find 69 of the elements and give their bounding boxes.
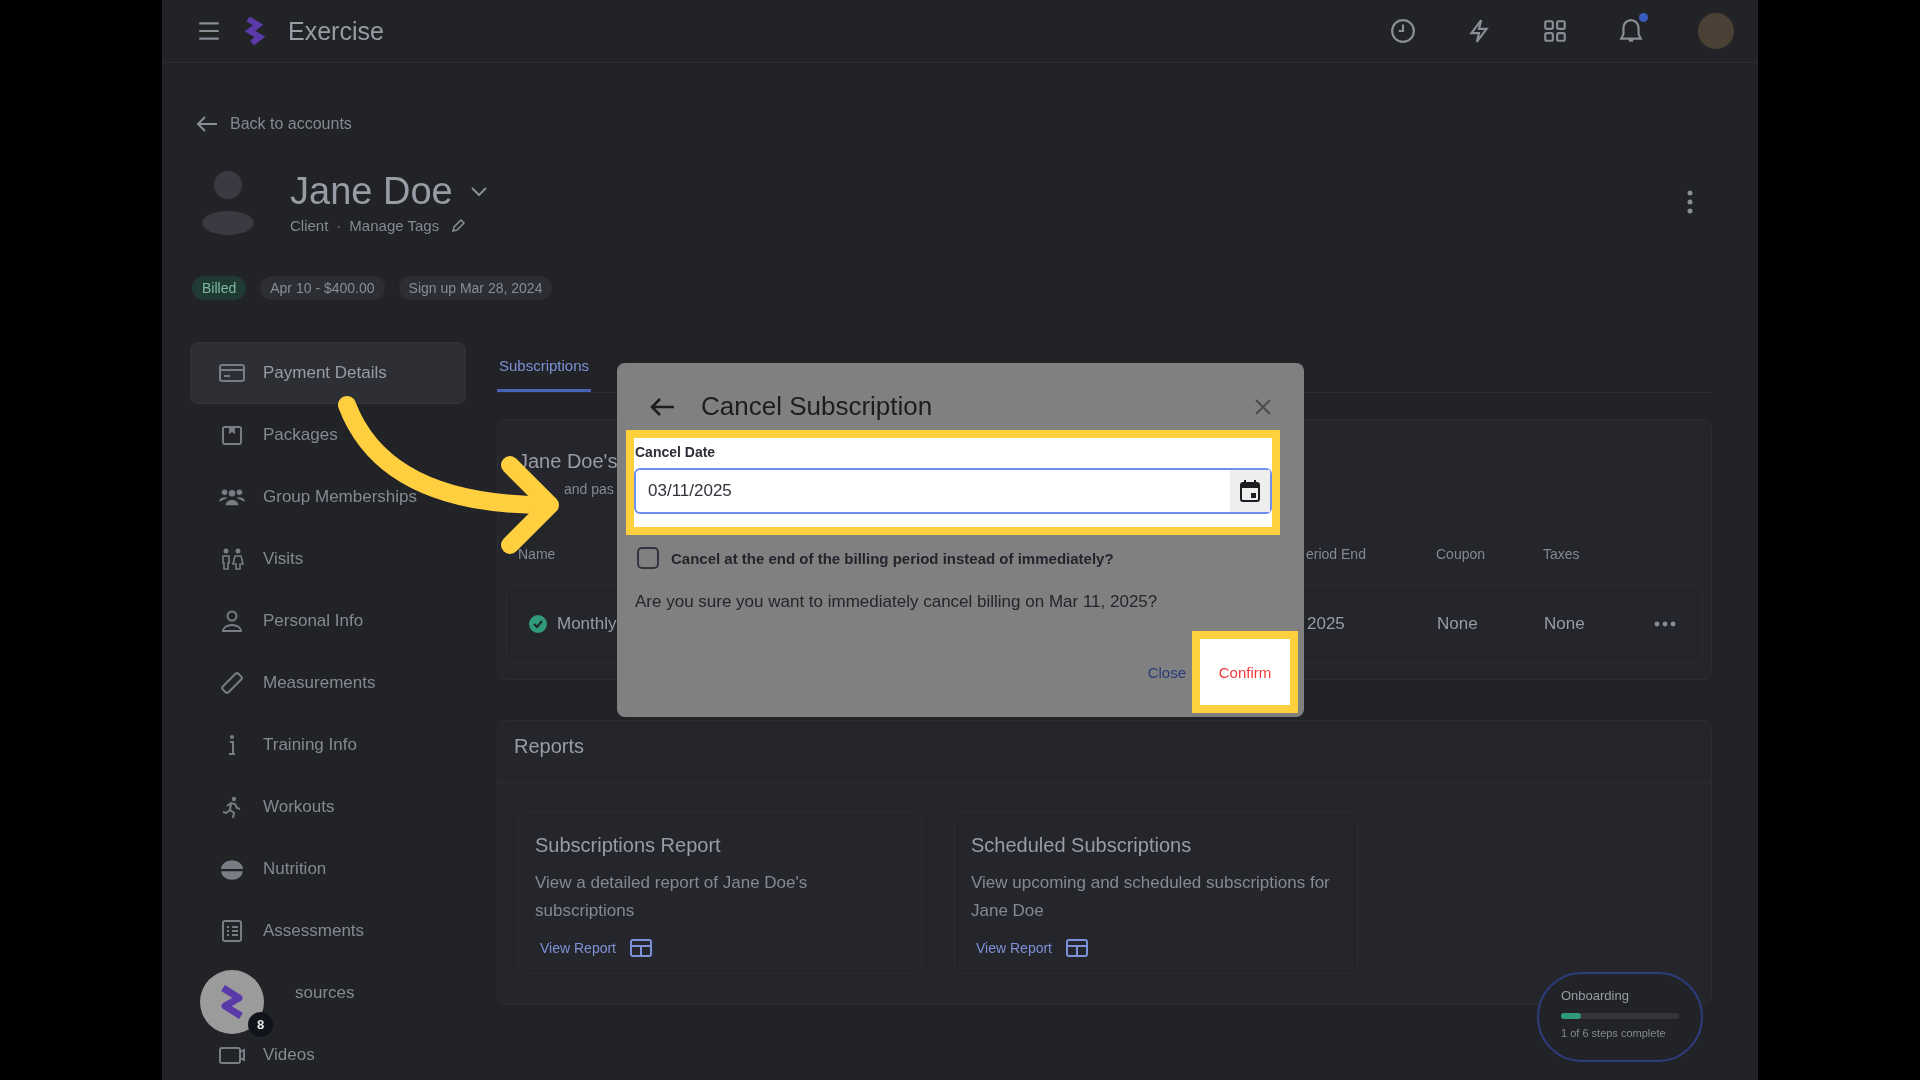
column-header: Name bbox=[518, 546, 556, 562]
bowl-icon bbox=[219, 858, 245, 880]
sidebar-item[interactable]: Payment Details bbox=[190, 342, 466, 404]
report-title: Subscriptions Report bbox=[535, 834, 722, 857]
back-arrow-icon[interactable] bbox=[649, 395, 675, 418]
app-name: Exercise bbox=[288, 16, 384, 46]
column-header: Taxes bbox=[1543, 546, 1580, 562]
calendar-button[interactable] bbox=[1230, 470, 1270, 512]
sidebar-item[interactable]: Workouts bbox=[190, 776, 466, 838]
sidebar-item[interactable]: Training Info bbox=[190, 714, 466, 776]
bell-icon[interactable] bbox=[1618, 18, 1644, 44]
sidebar-item[interactable]: Nutrition bbox=[190, 838, 466, 900]
box-icon bbox=[219, 424, 245, 446]
onboarding-title: Onboarding bbox=[1561, 988, 1630, 1003]
video-icon bbox=[219, 1044, 245, 1066]
table-cell: 2025 bbox=[1307, 614, 1345, 634]
person-silhouette-icon bbox=[202, 169, 254, 235]
checklist-icon bbox=[219, 920, 245, 942]
client-name: Jane Doe bbox=[290, 170, 453, 213]
table-icon[interactable] bbox=[630, 939, 652, 957]
section-subtitle: and pas bbox=[564, 481, 614, 497]
manage-tags-link[interactable]: Manage Tags bbox=[349, 217, 440, 234]
ruler-icon bbox=[219, 672, 245, 694]
pencil-icon[interactable] bbox=[451, 218, 466, 233]
sidebar-item[interactable]: Group Memberships bbox=[190, 466, 466, 528]
logo-icon bbox=[242, 17, 268, 45]
report-description: View upcoming and scheduled subscriptions for Jane Doe bbox=[971, 872, 1331, 922]
client-role: Client bbox=[290, 217, 329, 234]
progress-caption: 1 of 6 steps complete bbox=[1561, 1027, 1667, 1039]
info-icon bbox=[228, 734, 236, 756]
credit-card-icon bbox=[219, 362, 245, 384]
status-chip: Billed bbox=[192, 276, 247, 300]
confirmation-text: Are you sure you want to immediately cancel billing on Mar 11, 2025? bbox=[635, 592, 1158, 612]
info-chip: Apr 10 - $400.00 bbox=[260, 276, 385, 300]
dialog-title: Cancel Subscription bbox=[701, 391, 933, 422]
sidebar-item[interactable]: Packages bbox=[190, 404, 466, 466]
table-cell: None bbox=[1437, 614, 1478, 634]
calendar-icon bbox=[1240, 480, 1260, 502]
tab[interactable]: Subscriptions bbox=[497, 342, 592, 392]
apps-grid-icon[interactable] bbox=[1542, 18, 1568, 44]
sidebar-item[interactable]: Measurements bbox=[190, 652, 466, 714]
back-arrow-icon[interactable] bbox=[196, 115, 218, 133]
checkbox-label[interactable]: Cancel at the end of the billing period instead of immediately? bbox=[671, 549, 1114, 567]
table-cell: None bbox=[1544, 614, 1585, 634]
sidebar-item[interactable]: Assessments bbox=[190, 900, 466, 962]
clock-icon[interactable] bbox=[1390, 18, 1416, 44]
field-label: Cancel Date bbox=[635, 444, 717, 460]
view-report-link[interactable]: View Report bbox=[540, 940, 616, 956]
date-field[interactable]: 03/11/2025 bbox=[634, 468, 1272, 514]
view-report-link[interactable]: View Report bbox=[976, 940, 1052, 956]
more-options-icon[interactable] bbox=[1686, 189, 1694, 215]
section-title: Reports bbox=[498, 721, 1711, 783]
column-header: Coupon bbox=[1436, 546, 1486, 562]
person-icon bbox=[219, 610, 245, 632]
report-description: View a detailed report of Jane Doe's subscriptions bbox=[535, 872, 809, 922]
info-chip: Sign up Mar 28, 2024 bbox=[398, 276, 553, 300]
back-link[interactable]: Back to accounts bbox=[230, 115, 352, 133]
close-button[interactable]: Close bbox=[1147, 663, 1186, 681]
checkbox[interactable] bbox=[637, 547, 659, 569]
table-cell: Monthly bbox=[557, 614, 617, 634]
table-icon[interactable] bbox=[1066, 939, 1088, 957]
report-title: Scheduled Subscriptions bbox=[971, 834, 1193, 857]
separator-dot: · bbox=[336, 217, 342, 234]
people-icon bbox=[219, 548, 245, 570]
chevron-down-icon[interactable] bbox=[470, 186, 487, 197]
sidebar-item[interactable]: Visits bbox=[190, 528, 466, 590]
more-options-icon[interactable] bbox=[1654, 621, 1676, 627]
sidebar-item[interactable]: Personal Info bbox=[190, 590, 466, 652]
column-header: eriod End bbox=[1306, 546, 1366, 562]
